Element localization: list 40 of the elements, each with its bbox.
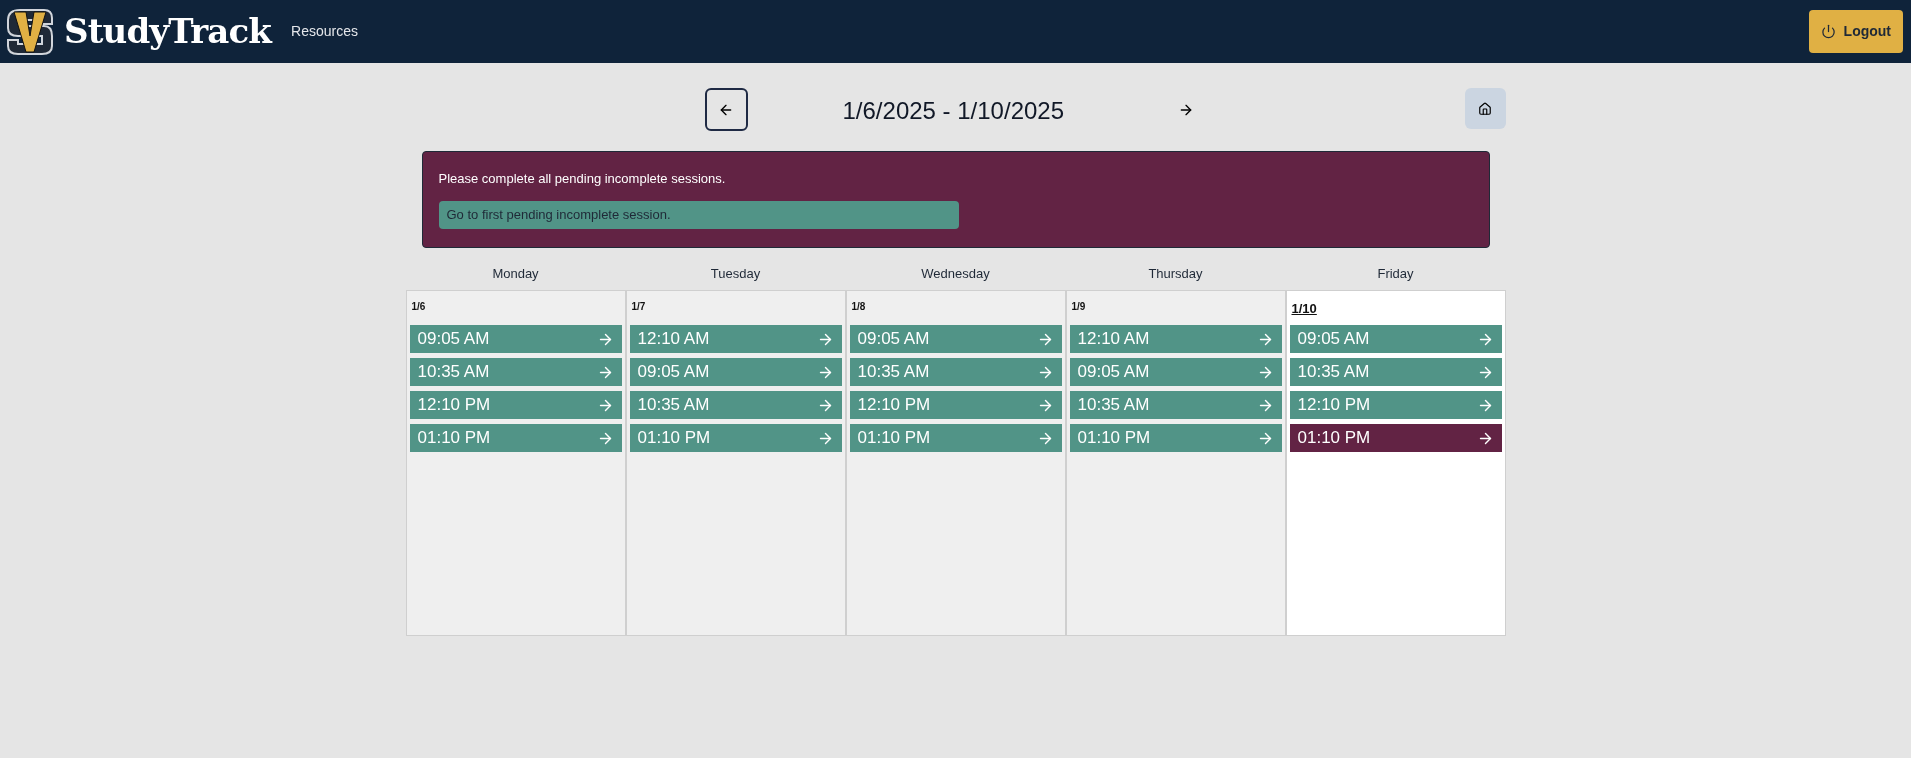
session-button[interactable]: 09:05 AM (409, 325, 622, 353)
previous-week-button[interactable] (704, 88, 748, 131)
weekday-label: Monday (491, 265, 540, 283)
session-button[interactable]: 10:35 AM (849, 358, 1062, 386)
brand-title: StudyTrack (64, 10, 272, 53)
day-date: 1/10 (1290, 300, 1317, 318)
weekday-label: Friday (1376, 265, 1415, 283)
day-date: 1/7 (630, 300, 646, 314)
session-button[interactable]: 01:10 PM (409, 424, 622, 452)
session-button[interactable]: 01:10 PM (629, 424, 842, 452)
alert-message: Please complete all pending incomplete sessions. (438, 170, 726, 188)
logout-button[interactable]: Logout (1808, 10, 1903, 53)
home-button[interactable] (1464, 88, 1506, 129)
day-date: 1/6 (410, 300, 426, 314)
session-button[interactable]: 01:10 PM (1289, 424, 1502, 452)
session-button[interactable]: 10:35 AM (1069, 391, 1282, 419)
day-date: 1/8 (850, 300, 866, 314)
session-button[interactable]: 01:10 PM (849, 424, 1062, 452)
session-button[interactable]: 12:10 PM (409, 391, 622, 419)
session-button[interactable]: 12:10 AM (1069, 325, 1282, 353)
session-button[interactable]: 01:10 PM (1069, 424, 1282, 452)
week-range: 1/6/2025 - 1/10/2025 (842, 96, 1065, 126)
day-date: 1/9 (1070, 300, 1086, 314)
session-button[interactable]: 12:10 PM (849, 391, 1062, 419)
power-icon (1820, 24, 1836, 39)
session-button[interactable]: 09:05 AM (1289, 325, 1502, 353)
session-button[interactable]: 12:10 PM (1289, 391, 1502, 419)
weekday-label: Wednesday (920, 265, 991, 283)
session-button[interactable]: 12:10 AM (629, 325, 842, 353)
session-button[interactable]: 09:05 AM (849, 325, 1062, 353)
first-pending-button[interactable]: Go to first pending incomplete session. (438, 200, 959, 229)
home-icon (1478, 101, 1492, 116)
session-button[interactable]: 10:35 AM (629, 391, 842, 419)
resources-link[interactable]: Resources (291, 21, 358, 42)
weekday-label: Tuesday (709, 265, 762, 283)
session-button[interactable]: 09:05 AM (629, 358, 842, 386)
session-button[interactable]: 10:35 AM (1289, 358, 1502, 386)
weekday-label: Thursday (1147, 265, 1204, 283)
session-button[interactable]: 10:35 AM (409, 358, 622, 386)
session-button[interactable]: 09:05 AM (1069, 358, 1282, 386)
